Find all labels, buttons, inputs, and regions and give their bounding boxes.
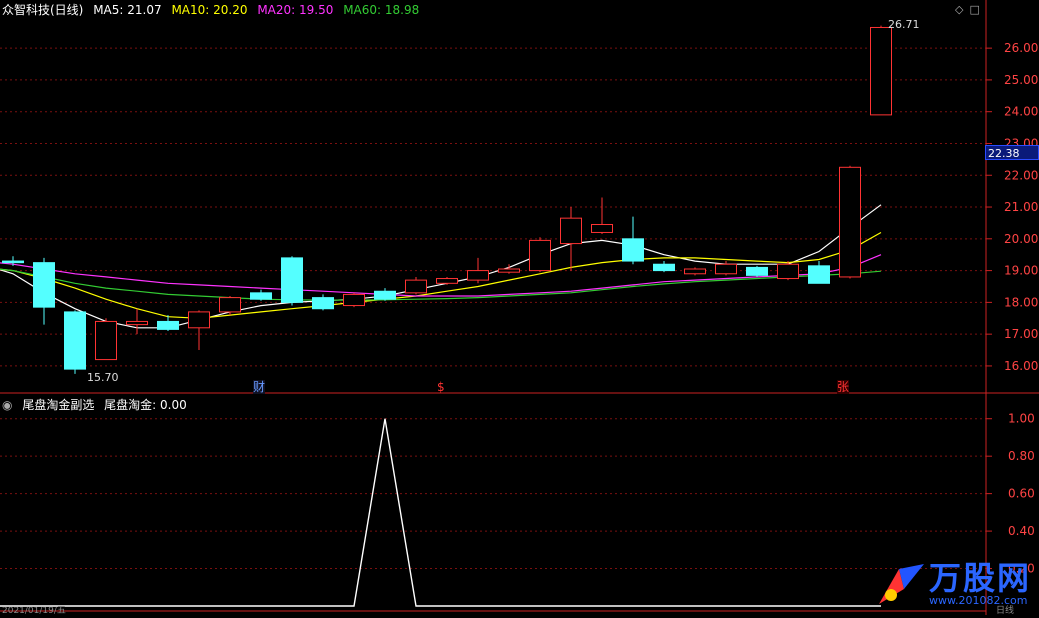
candle-body [746,266,768,276]
stock-title[interactable]: 众智科技(日线) [2,3,83,17]
price-tick-label: 16.00 [1004,359,1038,373]
candle-body [64,311,86,370]
candle-body [870,26,892,116]
candle-body [715,263,737,275]
pane-menu-icon[interactable]: ◉ [2,398,12,412]
indicator-title[interactable]: 尾盘淘金副选 [22,398,94,412]
indicator-tick-label: 1.00 [1008,412,1035,426]
candle-body [622,238,644,262]
candle-body [374,290,396,300]
candle-body [343,293,365,307]
square-icon[interactable]: □ [969,3,979,16]
candle-body [436,278,458,284]
current-price-badge: 22.38 [985,145,1039,160]
price-tick-label: 17.00 [1004,327,1038,341]
date-label: 2021/01/19/五 [2,606,66,616]
chart-canvas[interactable]: 16.0017.0018.0019.0020.0021.0022.0023.00… [0,0,1039,615]
price-tick-label: 22.00 [1004,168,1038,182]
main-pane-header: 众智科技(日线) MA5: 21.07 MA10: 20.20 MA20: 19… [2,3,425,17]
ma-line-ma5 [0,204,882,329]
candle-body [529,239,551,272]
candle-body [95,320,117,361]
finance-marker[interactable]: 财 [253,380,266,394]
indicator-layer [0,418,881,607]
indicator-tick-label: 0.80 [1008,449,1035,463]
price-tick-label: 26.00 [1004,41,1038,55]
candle-body [126,320,148,326]
indicator-tick-label: 0.40 [1008,524,1035,538]
candle-body [157,320,179,330]
candle-body [312,297,334,310]
indicator-pane-header: ◉ 尾盘淘金副选 尾盘淘金: 0.00 [2,398,193,412]
candle-body [2,260,24,264]
window-controls: ◇ □ [955,3,986,17]
candle-body [250,292,272,300]
indicator-tick-label: 0.60 [1008,487,1035,501]
candle-body [684,268,706,275]
price-tick-label: 20.00 [1004,232,1038,246]
candle-body [653,263,675,272]
ma20-label: MA20: 19.50 [257,3,334,17]
candle-body [591,224,613,233]
ma10-label: MA10: 20.20 [171,3,248,17]
candle-body [839,166,861,278]
watermark-url: www.201082.com [928,594,1028,607]
candle-body [33,262,55,308]
indicator-value: 尾盘淘金: 0.00 [104,398,187,412]
candle-body [560,217,582,245]
watermark-brand: 万股网 [928,559,1031,597]
indicator-line [0,418,881,607]
moving-average-layer [0,204,882,329]
candle-body [219,297,241,313]
limit-up-marker[interactable]: 张 [837,380,850,394]
price-tick-label: 21.00 [1004,200,1038,214]
diamond-icon[interactable]: ◇ [955,3,963,16]
price-tick-label: 18.00 [1004,295,1038,309]
candle-body [405,279,427,294]
high-price-annotation: 26.71 [888,18,920,31]
dollar-marker[interactable]: $ [437,380,445,394]
ma60-label: MA60: 18.98 [343,3,420,17]
low-price-annotation: 15.70 [87,371,119,384]
ma5-label: MA5: 21.07 [93,3,162,17]
candle-body [777,263,799,280]
price-tick-label: 24.00 [1004,105,1038,119]
rocket-logo-icon [878,564,924,604]
candle-body [498,268,520,273]
price-axis: 16.0017.0018.0019.0020.0021.0022.0023.00… [986,41,1038,576]
price-tick-label: 25.00 [1004,73,1038,87]
candle-body [188,311,210,329]
price-tick-label: 19.00 [1004,264,1038,278]
grid-layer [0,47,986,570]
candle-body [808,265,830,284]
candlestick-layer[interactable] [2,25,892,374]
candle-body [467,270,489,281]
candle-body [281,257,303,303]
watermark-logo: 万股网 www.201082.com [869,559,1031,609]
